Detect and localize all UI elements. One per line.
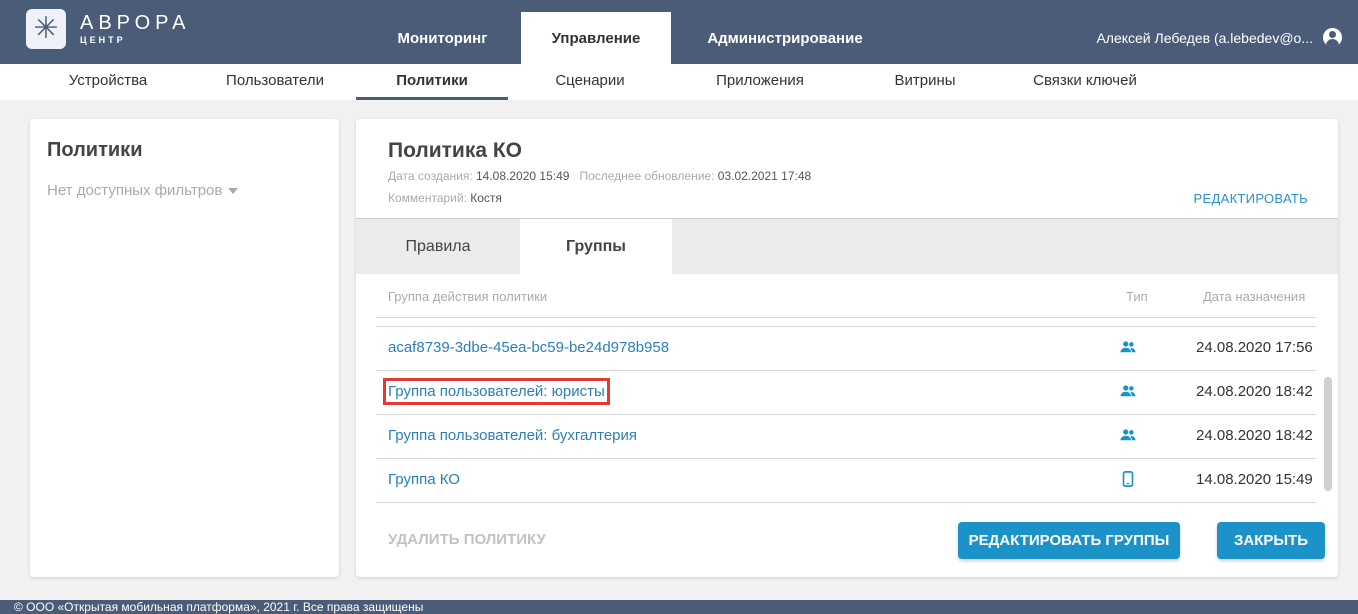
user-group-icon — [1120, 385, 1136, 397]
table-row: acaf8739-3dbe-45ea-bc59-be24d978b958 24.… — [376, 327, 1316, 370]
group-link[interactable]: Группа пользователей: бухгалтерия — [388, 427, 637, 444]
policy-detail-panel: Политика КО Дата создания: 14.08.2020 15… — [356, 119, 1338, 577]
column-header-group: Группа действия политики — [388, 289, 548, 304]
account-circle-icon[interactable] — [1323, 28, 1342, 47]
assignment-date: 24.08.2020 18:42 — [1196, 383, 1313, 400]
footer: © ООО «Открытая мобильная платформа», 20… — [0, 600, 1358, 614]
table-row: Группа пользователей: юристы 24.08.2020 … — [376, 371, 1316, 414]
created-label: Дата создания: — [388, 169, 473, 183]
assignment-date: 24.08.2020 17:56 — [1196, 339, 1313, 356]
divider — [376, 317, 1316, 318]
edit-policy-button[interactable]: РЕДАКТИРОВАТЬ — [1194, 191, 1308, 206]
table-row: Группа КО 14.08.2020 15:49 — [376, 459, 1316, 502]
assignment-date: 24.08.2020 18:42 — [1196, 427, 1313, 444]
main-tab-management[interactable]: Управление — [521, 12, 671, 64]
policy-comment: Комментарий: Костя — [388, 191, 502, 205]
subnav-showcases[interactable]: Витрины — [870, 64, 980, 100]
group-link[interactable]: acaf8739-3dbe-45ea-bc59-be24d978b958 — [388, 339, 669, 356]
column-header-type: Тип — [1126, 289, 1148, 304]
caret-down-icon — [228, 188, 239, 195]
created-value: 14.08.2020 15:49 — [476, 169, 570, 183]
subnav-devices[interactable]: Устройства — [48, 64, 168, 100]
subnav-policies[interactable]: Политики — [356, 64, 508, 100]
assignment-date: 14.08.2020 15:49 — [1196, 471, 1313, 488]
table-row: Группа пользователей: бухгалтерия 24.08.… — [376, 415, 1316, 458]
brand-logo[interactable]: ✳ АВРОРА ЦЕНТР — [26, 9, 190, 49]
user-group-icon — [1120, 341, 1136, 353]
edit-groups-button[interactable]: РЕДАКТИРОВАТЬ ГРУППЫ — [958, 522, 1180, 559]
divider — [376, 502, 1316, 503]
column-header-date: Дата назначения — [1203, 289, 1306, 304]
subnav-users[interactable]: Пользователи — [200, 64, 350, 100]
filter-label: Нет доступных фильтров — [47, 182, 223, 199]
main-tab-monitoring[interactable]: Мониторинг — [364, 12, 521, 64]
tab-rules[interactable]: Правила — [356, 219, 520, 274]
subnav-applications[interactable]: Приложения — [690, 64, 830, 100]
mobile-device-icon — [1122, 471, 1134, 487]
brand-subtitle: ЦЕНТР — [80, 35, 126, 45]
main-tab-administration[interactable]: Администрирование — [671, 12, 899, 64]
policies-list-panel: Политики Нет доступных фильтров — [30, 119, 339, 577]
brand-title: АВРОРА — [80, 12, 191, 34]
user-menu[interactable]: Алексей Лебедев (a.lebedev@o... — [1096, 28, 1342, 47]
subnav-scenarios[interactable]: Сценарии — [530, 64, 650, 100]
user-group-icon — [1120, 429, 1136, 441]
top-bar: ✳ АВРОРА ЦЕНТР Мониторинг Управление Адм… — [0, 0, 1358, 64]
aurora-logo-icon: ✳ — [26, 9, 66, 49]
updated-value: 03.02.2021 17:48 — [717, 169, 812, 183]
panel-title: Политики — [47, 139, 143, 161]
group-link[interactable]: Группа КО — [388, 471, 460, 488]
filter-dropdown[interactable]: Нет доступных фильтров — [47, 182, 239, 199]
user-name: Алексей Лебедев (a.lebedev@o... — [1096, 29, 1313, 46]
updated-label: Последнее обновление: — [579, 169, 715, 183]
delete-policy-button[interactable]: УДАЛИТЬ ПОЛИТИКУ — [388, 531, 546, 548]
subnav-keychains[interactable]: Связки ключей — [1010, 64, 1160, 100]
sub-navigation: Устройства Пользователи Политики Сценари… — [0, 64, 1358, 100]
comment-label: Комментарий: — [388, 191, 467, 205]
group-link[interactable]: Группа пользователей: юристы — [383, 378, 610, 405]
tab-groups[interactable]: Группы — [520, 219, 672, 274]
policy-title: Политика КО — [388, 139, 523, 162]
close-button[interactable]: ЗАКРЫТЬ — [1217, 522, 1325, 559]
policy-dates: Дата создания: 14.08.2020 15:49 Последне… — [388, 169, 811, 183]
comment-value: Костя — [470, 191, 502, 205]
table-scrollbar[interactable] — [1324, 377, 1332, 491]
